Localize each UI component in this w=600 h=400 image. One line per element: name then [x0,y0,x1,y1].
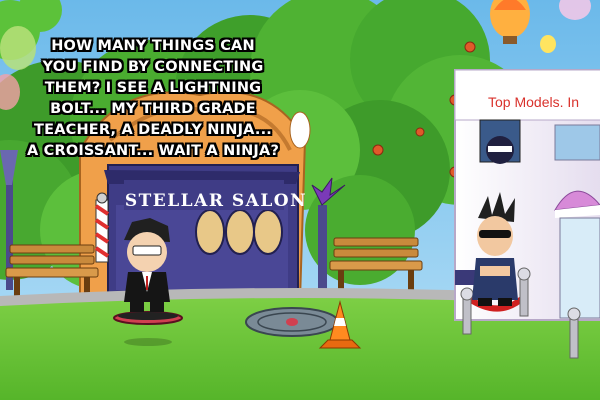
salon-sign: STELLAR SALON [125,191,307,211]
game-scene: STELLAR SALON Top Models. In HOW MANY TH… [0,0,600,400]
caption-line: a croissant... wait a ninja? [26,143,280,159]
barber-pole [94,192,110,263]
manhole-cover [245,307,339,337]
top-models-sign: Top Models. In [488,94,579,110]
caption-line: them? I see a lightning [44,80,262,96]
caption-line: bolt... my third grade [50,101,256,117]
caption-line: teacher, a deadly ninja... [34,122,272,138]
caption-line: you find by connecting [42,59,264,75]
caption-line: How many things can [51,38,255,54]
thought-caption: How many things can you find by connecti… [18,36,288,162]
